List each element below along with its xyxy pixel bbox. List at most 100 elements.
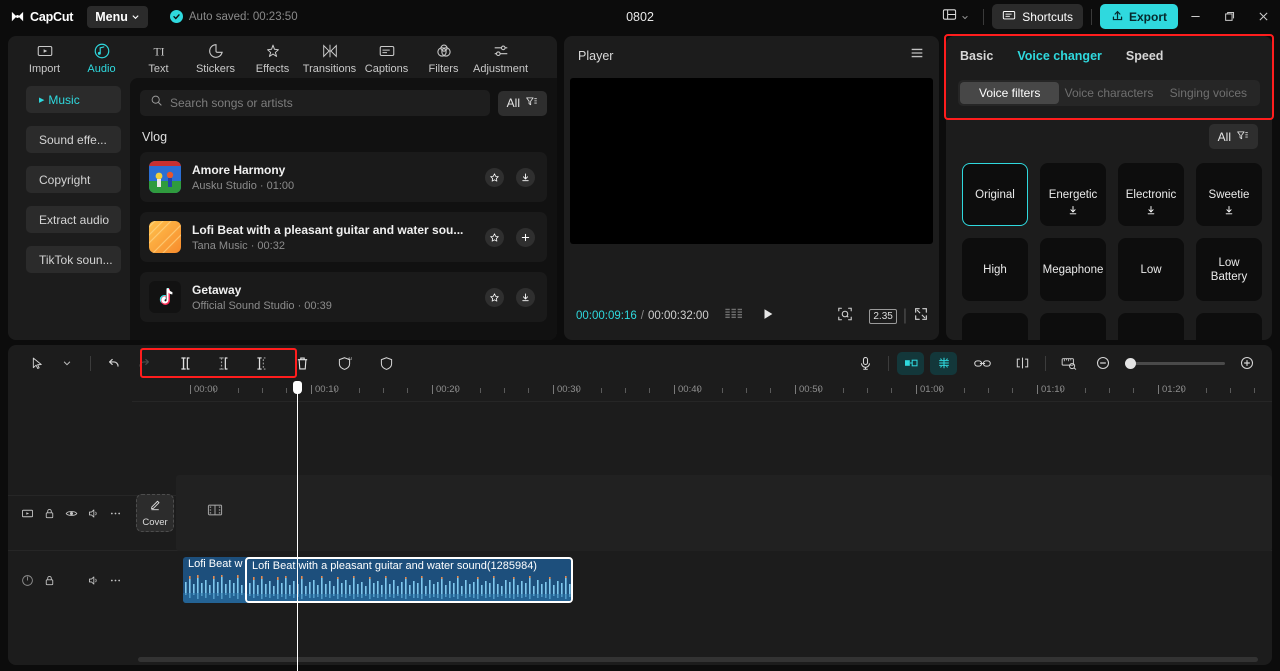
audio-clip-selected[interactable]: Lofi Beat with a pleasant guitar and wat… [245, 557, 573, 603]
trim-right-icon[interactable] [247, 350, 277, 376]
tab-filters[interactable]: Filters [415, 36, 472, 75]
list-item[interactable]: Lofi Beat with a pleasant guitar and wat… [140, 212, 547, 262]
zoom-out-icon[interactable] [1088, 350, 1118, 376]
trim-left-icon[interactable] [209, 350, 239, 376]
delete-trash-icon[interactable] [287, 350, 317, 376]
shortcuts-button[interactable]: Shortcuts [992, 4, 1083, 29]
tab-captions[interactable]: Captions [358, 36, 415, 75]
timeline-ruler[interactable]: 00:00 00:10 00:20 00:30 00:40 00:50 01:0… [8, 381, 1272, 401]
download-icon[interactable] [516, 287, 535, 307]
chevron-down-icon[interactable] [52, 350, 82, 376]
tab-import[interactable]: Import [16, 36, 73, 75]
segment-voice-filters[interactable]: Voice filters [960, 82, 1060, 104]
cover-button[interactable]: Cover [136, 494, 174, 532]
plus-icon[interactable] [516, 227, 535, 247]
tab-text[interactable]: TI Text [130, 36, 187, 75]
playhead[interactable] [293, 381, 302, 671]
category-music[interactable]: ▶ Music [26, 86, 121, 113]
video-preview-stage[interactable] [570, 78, 933, 244]
aspect-ratio-button[interactable]: 2.35 [869, 308, 897, 324]
voice-filter-row3-cell2[interactable] [1040, 313, 1106, 340]
thumbnail-icon[interactable] [16, 501, 38, 525]
timeline-zoom-slider[interactable] [1125, 357, 1225, 369]
voice-filter-low[interactable]: Low [1118, 238, 1184, 301]
link-icon[interactable] [967, 350, 997, 376]
voice-filter-low-battery[interactable]: Low Battery [1196, 238, 1262, 301]
download-icon[interactable] [1068, 203, 1079, 221]
split-icon[interactable] [171, 350, 201, 376]
freeze-icon[interactable] [930, 351, 957, 375]
microphone-icon[interactable] [850, 350, 880, 376]
tab-effects[interactable]: Effects [244, 36, 301, 75]
search-box[interactable] [140, 90, 490, 116]
layout-button[interactable] [936, 7, 975, 27]
snap-icon[interactable] [1007, 350, 1037, 376]
category-copyright[interactable]: Copyright [26, 166, 121, 193]
export-button[interactable]: Export [1099, 4, 1178, 29]
voice-filter-original[interactable]: Original [962, 163, 1028, 226]
tab-transitions[interactable]: Transitions [301, 36, 358, 75]
zoom-in-icon[interactable] [1232, 350, 1262, 376]
segment-voice-characters[interactable]: Voice characters [1059, 82, 1158, 104]
timeline-horizontal-scrollbar[interactable] [138, 657, 1258, 662]
video-track[interactable] [176, 475, 1272, 551]
shield-icon[interactable] [371, 350, 401, 376]
star-icon[interactable] [485, 227, 504, 247]
app-name: CapCut [30, 9, 74, 24]
lock-icon[interactable] [38, 501, 60, 525]
check-circle-icon [169, 10, 183, 23]
more-icon[interactable] [104, 501, 126, 525]
fullscreen-icon[interactable] [913, 306, 929, 327]
voice-filter-button[interactable]: All [1208, 124, 1258, 149]
star-icon[interactable] [485, 287, 504, 307]
tab-speed[interactable]: Speed [1126, 49, 1164, 63]
tab-voice-changer[interactable]: Voice changer [1017, 49, 1102, 63]
play-icon[interactable] [761, 307, 775, 326]
download-icon[interactable] [1224, 203, 1235, 221]
voice-filter-row3-cell4[interactable] [1196, 313, 1262, 340]
voice-filter-megaphone[interactable]: Megaphone [1040, 238, 1106, 301]
volume-icon[interactable] [82, 568, 104, 592]
undo-icon[interactable] [99, 350, 129, 376]
audio-wave-icon[interactable] [16, 568, 38, 592]
volume-icon[interactable] [82, 501, 104, 525]
voice-filter-electronic[interactable]: Electronic [1118, 163, 1184, 226]
ai-shield-icon[interactable]: AI [329, 350, 359, 376]
search-input[interactable] [170, 96, 480, 110]
frames-icon[interactable] [725, 307, 745, 326]
lock-icon[interactable] [38, 568, 60, 592]
voice-filter-energetic[interactable]: Energetic [1040, 163, 1106, 226]
eye-icon[interactable] [60, 501, 82, 525]
segment-singing-voices[interactable]: Singing voices [1159, 82, 1258, 104]
download-icon[interactable] [1146, 203, 1157, 221]
close-button[interactable] [1246, 0, 1280, 33]
tab-stickers[interactable]: Stickers [187, 36, 244, 75]
star-icon[interactable] [485, 167, 504, 187]
select-cursor-icon[interactable] [22, 350, 52, 376]
tab-basic[interactable]: Basic [960, 49, 993, 63]
category-extract-audio[interactable]: Extract audio [26, 206, 121, 233]
zoom-slider-knob[interactable] [1125, 357, 1136, 369]
music-filter-button[interactable]: All [497, 90, 547, 116]
list-item[interactable]: Getaway Official Sound Studio · 00:39 [140, 272, 547, 322]
redo-icon[interactable] [129, 350, 159, 376]
minimize-button[interactable] [1178, 0, 1212, 33]
more-icon[interactable] [104, 568, 126, 592]
category-sound-effects[interactable]: Sound effe... [26, 126, 121, 153]
playhead-grip[interactable] [293, 381, 302, 394]
voice-filter-sweetie[interactable]: Sweetie [1196, 163, 1262, 226]
category-tiktok-sounds[interactable]: TikTok soun... [26, 246, 121, 273]
mirror-icon[interactable] [897, 351, 924, 375]
tab-adjustment[interactable]: Adjustment [472, 36, 529, 75]
voice-filter-row3-cell1[interactable] [962, 313, 1028, 340]
list-item[interactable]: Amore Harmony Ausku Studio · 01:00 [140, 152, 547, 202]
voice-filter-row3-cell3[interactable] [1118, 313, 1184, 340]
tab-audio[interactable]: Audio [73, 36, 130, 75]
hamburger-icon[interactable] [909, 45, 925, 66]
ruler-icon[interactable] [1054, 350, 1084, 376]
menu-button[interactable]: Menu [87, 5, 148, 28]
download-icon[interactable] [516, 167, 535, 187]
snapshot-icon[interactable] [837, 306, 853, 327]
voice-filter-high[interactable]: High [962, 238, 1028, 301]
maximize-button[interactable] [1212, 0, 1246, 33]
